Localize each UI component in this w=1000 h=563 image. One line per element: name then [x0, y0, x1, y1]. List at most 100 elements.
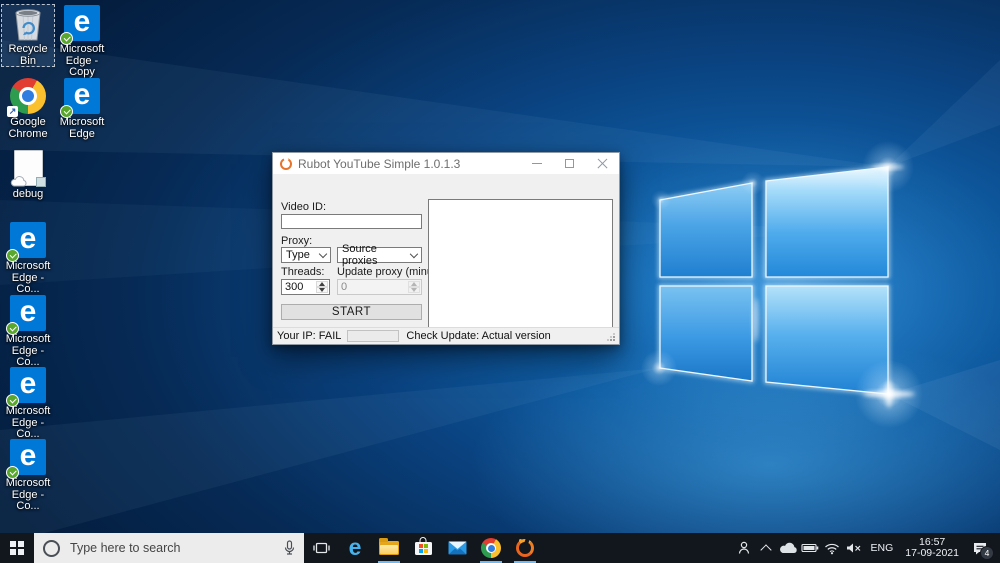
- proxy-source-value: Source proxies: [342, 243, 411, 267]
- battery-icon: [801, 542, 819, 554]
- close-icon: [597, 158, 609, 170]
- edge-letter: e: [74, 77, 91, 113]
- shortcut-arrow-badge: ↗: [7, 106, 18, 117]
- desktop-icon-google-chrome[interactable]: ↗ GoogleChrome: [1, 77, 55, 140]
- maximize-button[interactable]: [553, 153, 586, 174]
- edge-icon: e: [10, 295, 46, 331]
- edge-letter: e: [20, 438, 37, 474]
- taskbar-edge-button[interactable]: e: [338, 533, 372, 563]
- edge-icon: e: [64, 5, 100, 41]
- status-ip-label: Your IP: FAIL: [277, 330, 341, 342]
- desktop-icon-label: Recycle Bin: [1, 44, 55, 67]
- resize-grip[interactable]: [606, 332, 615, 341]
- start-menu-button[interactable]: [0, 533, 34, 563]
- task-view-button[interactable]: [304, 533, 338, 563]
- edge-icon: e: [349, 536, 362, 559]
- note-overlay-icon: [36, 177, 46, 187]
- desktop-icon-edge-copy-5[interactable]: e MicrosoftEdge - Co...: [1, 438, 55, 513]
- people-icon: [736, 540, 752, 556]
- edge-letter: e: [20, 294, 37, 330]
- desktop-icon-debug[interactable]: debug: [1, 149, 55, 201]
- taskbar-store-button[interactable]: [406, 533, 440, 563]
- volume-muted-icon: [846, 542, 862, 554]
- taskbar-mail-button[interactable]: [440, 533, 474, 563]
- task-view-icon: [313, 541, 330, 555]
- volume-button[interactable]: [843, 533, 865, 563]
- edge-icon: e: [10, 439, 46, 475]
- proxy-type-value: Type: [286, 249, 310, 261]
- status-update-label: Check Update: Actual version: [406, 330, 550, 342]
- spinner-down-button: [408, 287, 420, 293]
- desktop-icon-label: MicrosoftEdge - Co...: [1, 334, 55, 369]
- update-proxy-input: [338, 280, 408, 294]
- taskbar-file-explorer-button[interactable]: [372, 533, 406, 563]
- notification-badge: 4: [980, 546, 994, 560]
- desktop-icon-edge-copy-2[interactable]: e MicrosoftEdge - Co...: [1, 221, 55, 296]
- status-ip-input[interactable]: [347, 330, 399, 342]
- desktop-icon-label: MicrosoftEdge: [60, 117, 105, 140]
- threads-input[interactable]: [282, 280, 316, 294]
- wifi-button[interactable]: [821, 533, 843, 563]
- proxy-type-select[interactable]: Type: [281, 247, 331, 263]
- window-title: Rubot YouTube Simple 1.0.1.3: [298, 157, 460, 171]
- chrome-icon: [481, 538, 501, 558]
- taskbar-search[interactable]: [34, 533, 304, 563]
- file-icon: [14, 150, 43, 186]
- rubot-window: Rubot YouTube Simple 1.0.1.3 Video ID: P…: [272, 152, 620, 345]
- desktop-icon-label: MicrosoftEdge - Co...: [1, 478, 55, 513]
- language-indicator[interactable]: ENG: [865, 542, 900, 554]
- taskbar-rubot-button[interactable]: [508, 533, 542, 563]
- desktop-icon-edge[interactable]: e MicrosoftEdge: [55, 77, 109, 140]
- desktop-icon-edge-copy-4[interactable]: e MicrosoftEdge - Co...: [1, 366, 55, 441]
- maximize-icon: [565, 159, 574, 168]
- desktop-icon-label: GoogleChrome: [8, 117, 47, 140]
- sync-check-badge: [6, 322, 19, 335]
- hidden-icons-button[interactable]: [755, 533, 777, 563]
- threads-spinner[interactable]: [281, 279, 330, 295]
- desktop-icon-edge-copy-3[interactable]: e MicrosoftEdge - Co...: [1, 294, 55, 369]
- action-center-button[interactable]: 4: [965, 533, 995, 563]
- taskbar-chrome-button[interactable]: [474, 533, 508, 563]
- sync-check-badge: [6, 249, 19, 262]
- search-input[interactable]: [68, 540, 276, 556]
- desktop: Recycle Bin e MicrosoftEdge - Copy ↗ Goo…: [0, 0, 1000, 563]
- people-button[interactable]: [733, 533, 755, 563]
- chevron-down-icon: [319, 250, 327, 258]
- taskbar: e: [0, 533, 1000, 563]
- microphone-icon[interactable]: [284, 540, 295, 556]
- edge-letter: e: [20, 366, 37, 402]
- minimize-icon: [532, 163, 542, 164]
- wifi-icon: [824, 542, 840, 555]
- status-bar: Your IP: FAIL Check Update: Actual versi…: [273, 327, 619, 344]
- chrome-icon: ↗: [10, 78, 46, 114]
- minimize-button[interactable]: [520, 153, 553, 174]
- update-proxy-spinner: [337, 279, 422, 295]
- edge-letter: e: [74, 4, 91, 40]
- windows-logo-icon: [10, 541, 24, 555]
- sync-check-badge: [60, 105, 73, 118]
- proxy-source-select[interactable]: Source proxies: [337, 247, 422, 263]
- video-id-label: Video ID:: [281, 201, 326, 213]
- mail-icon: [448, 541, 467, 555]
- spinner-down-button[interactable]: [316, 287, 328, 293]
- battery-button[interactable]: [799, 533, 821, 563]
- log-listbox[interactable]: [428, 199, 613, 344]
- desktop-icon-label: MicrosoftEdge - Co...: [1, 406, 55, 441]
- microsoft-store-icon: [415, 542, 432, 555]
- sync-check-badge: [6, 394, 19, 407]
- system-tray: ENG 16:57 17-09-2021 4: [733, 533, 1000, 563]
- desktop-icon-edge-copy[interactable]: e MicrosoftEdge - Copy: [55, 4, 109, 79]
- close-button[interactable]: [586, 153, 619, 174]
- start-button[interactable]: START: [281, 304, 422, 320]
- recycle-bin-icon: [9, 4, 47, 42]
- file-explorer-icon: [379, 541, 399, 555]
- cloud-overlay-icon: [10, 176, 27, 187]
- onedrive-button[interactable]: [777, 533, 799, 563]
- rubot-app-icon: [280, 158, 292, 170]
- clock[interactable]: 16:57 17-09-2021: [899, 537, 965, 560]
- desktop-icon-recycle-bin[interactable]: Recycle Bin: [1, 4, 55, 67]
- edge-icon: e: [64, 78, 100, 114]
- titlebar[interactable]: Rubot YouTube Simple 1.0.1.3: [273, 153, 619, 174]
- edge-icon: e: [10, 222, 46, 258]
- video-id-input[interactable]: [281, 214, 422, 229]
